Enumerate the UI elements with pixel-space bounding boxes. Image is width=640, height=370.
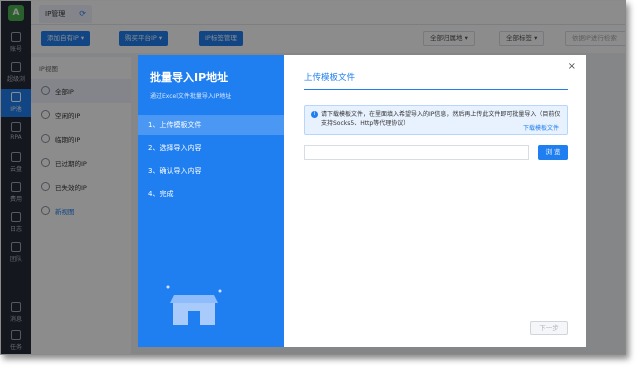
batch-import-modal: 批量导入IP地址 通过Excel文件批量导入IP地址 1、上传模板文件 2、选择… [138,55,586,347]
file-path-input[interactable] [304,145,529,160]
close-icon[interactable]: × [568,61,576,72]
modal-content-panel: × 上传模板文件 i 请下载模板文件，在里面填入希望导入的IP信息，然后再上传此… [284,55,586,347]
step-select-content: 2、选择导入内容 [148,144,202,152]
browse-button[interactable]: 浏 览 [538,145,568,160]
modal-subtitle: 通过Excel文件批量导入IP地址 [150,93,232,100]
download-template-link[interactable]: 下载模板文件 [523,123,559,132]
notice-box: i 请下载模板文件，在里面填入希望导入的IP信息，然后再上传此文件即可批量导入（… [304,105,568,135]
modal-steps-panel: 批量导入IP地址 通过Excel文件批量导入IP地址 1、上传模板文件 2、选择… [138,55,284,347]
info-icon: i [311,111,318,118]
section-divider [304,89,568,90]
step-confirm-content: 3、确认导入内容 [148,167,202,175]
step-done: 4、完成 [148,190,174,198]
next-step-button[interactable]: 下一步 [530,321,568,335]
section-title: 上传模板文件 [304,73,356,83]
shop-illustration-icon [166,285,222,325]
app-window: A 账号 超级浏 IP池 RPA 云盘 费用 日志 团队 消息 任务 IP管理 ⟳… [0,0,626,355]
modal-title: 批量导入IP地址 [150,71,229,84]
step-upload-template: 1、上传模板文件 [138,115,284,135]
